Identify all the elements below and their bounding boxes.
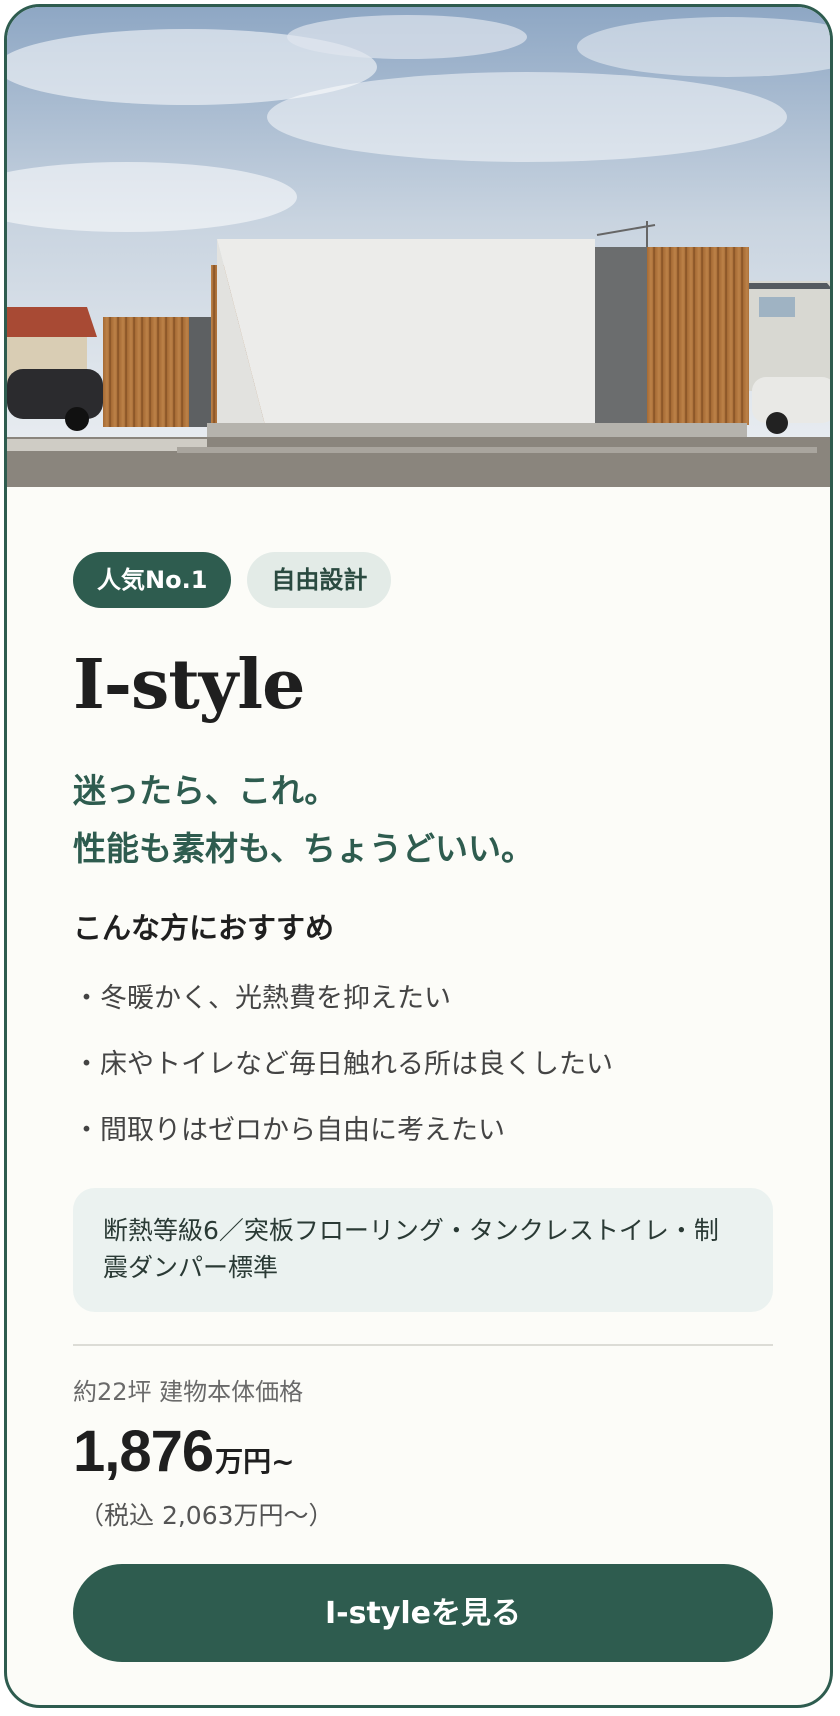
house-photo bbox=[7, 7, 830, 487]
price-unit: 万円~ bbox=[215, 1445, 295, 1478]
features-box: 断熱等級6／突板フローリング・タンクレストイレ・制震ダンパー標準 bbox=[73, 1188, 773, 1312]
recommend-item: ・床やトイレなど毎日触れる所は良くしたい bbox=[73, 1049, 613, 1080]
price-amount: 1,876 bbox=[73, 1419, 214, 1484]
recommend-list: ・冬暖かく、光熱費を抑えたい ・床やトイレなど毎日触れる所は良くしたい ・間取り… bbox=[73, 966, 773, 1164]
price-tax-included: （税込 2,063万円〜） bbox=[79, 1501, 334, 1530]
product-tagline: 迷ったら、これ。 性能も素材も、ちょうどいい。 bbox=[73, 762, 773, 878]
badge-group: 人気No.1 自由設計 bbox=[73, 552, 773, 608]
free-design-badge: 自由設計 bbox=[247, 552, 392, 608]
price-row: 1,876 万円~ bbox=[73, 1420, 773, 1494]
view-product-button[interactable]: I-styleを見る bbox=[73, 1564, 773, 1662]
product-card: 人気No.1 自由設計 I-style 迷ったら、これ。 性能も素材も、ちょうど… bbox=[4, 4, 833, 1708]
price-label: 約22坪 建物本体価格 bbox=[73, 1378, 304, 1406]
recommend-heading: こんな方におすすめ bbox=[73, 911, 335, 945]
card-content: 人気No.1 自由設計 I-style 迷ったら、これ。 性能も素材も、ちょうど… bbox=[73, 552, 773, 1662]
recommend-item: ・冬暖かく、光熱費を抑えたい bbox=[73, 983, 451, 1014]
popularity-badge: 人気No.1 bbox=[73, 552, 232, 608]
recommend-item: ・間取りはゼロから自由に考えたい bbox=[73, 1115, 505, 1146]
product-title: I-style bbox=[73, 645, 305, 725]
divider bbox=[73, 1344, 773, 1346]
tagline-line-1: 迷ったら、これ。 bbox=[73, 771, 338, 810]
tagline-line-2: 性能も素材も、ちょうどいい。 bbox=[73, 829, 535, 868]
